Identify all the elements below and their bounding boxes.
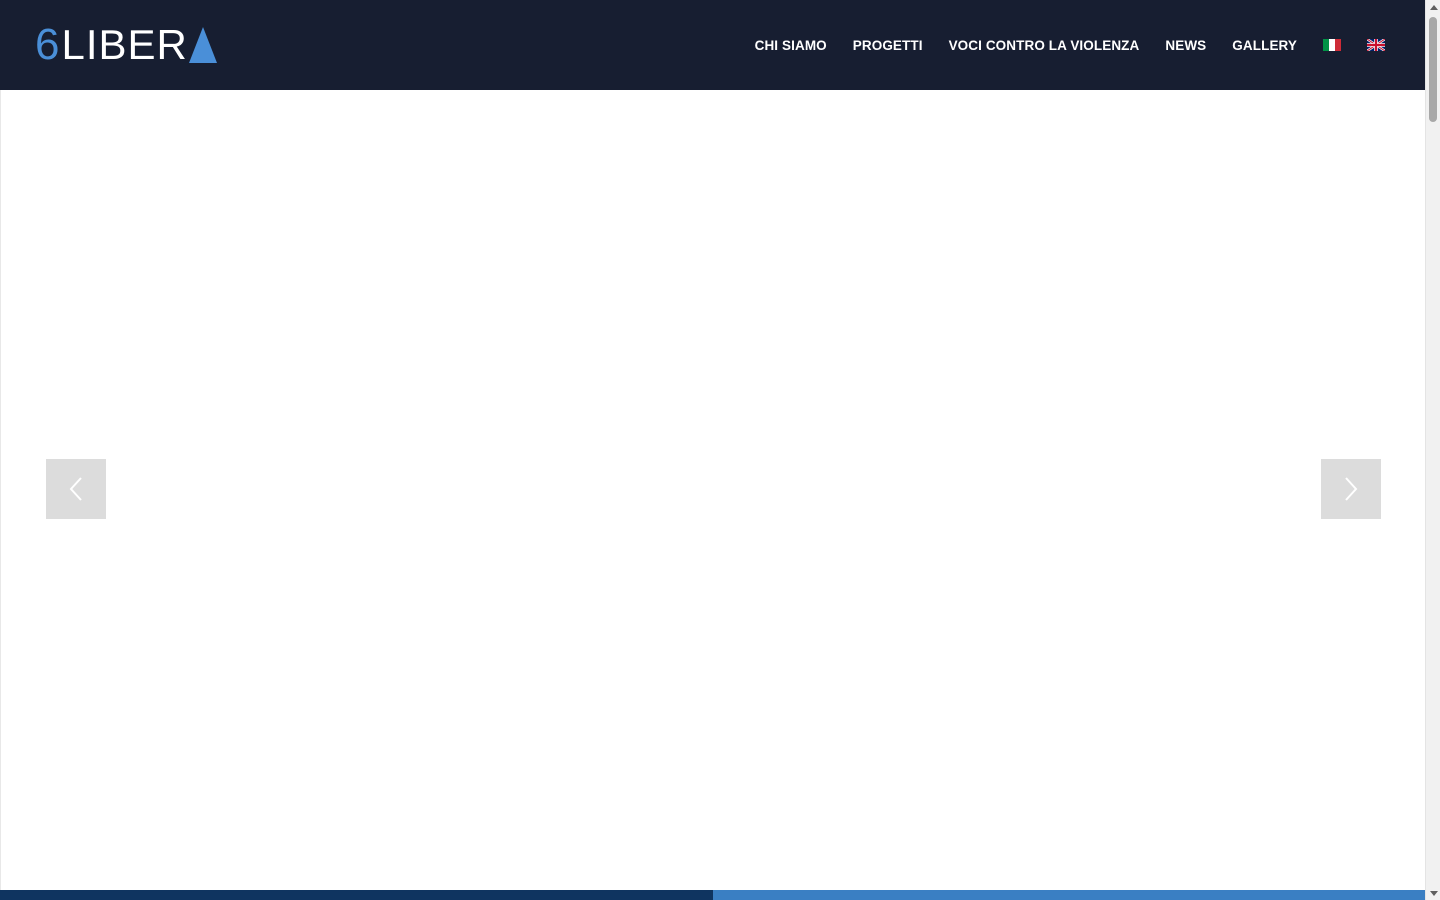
scroll-up-arrow-icon bbox=[1429, 4, 1438, 10]
nav-item-progetti[interactable]: PROGETTI bbox=[853, 38, 923, 53]
logo-six: 6 bbox=[35, 20, 60, 69]
scroll-down-arrow-icon bbox=[1429, 890, 1438, 896]
slider-prev-button[interactable] bbox=[46, 459, 106, 519]
page: 6 LIBER CHI SIAMO PROGETTI VOCI CONTRO L… bbox=[0, 0, 1425, 900]
page-scrollbar[interactable] bbox=[1425, 0, 1440, 900]
nav-item-news[interactable]: NEWS bbox=[1165, 38, 1206, 53]
nav-item-chi-siamo[interactable]: CHI SIAMO bbox=[755, 38, 827, 53]
site-header: 6 LIBER CHI SIAMO PROGETTI VOCI CONTRO L… bbox=[0, 0, 1425, 90]
chevron-right-icon bbox=[1345, 477, 1358, 501]
scroll-up-button[interactable] bbox=[1426, 0, 1440, 14]
hero-slider bbox=[0, 90, 1425, 890]
site-logo[interactable]: 6 LIBER bbox=[35, 20, 217, 69]
bottom-bar-dark-segment bbox=[0, 890, 713, 900]
scrollbar-thumb[interactable] bbox=[1429, 17, 1437, 122]
bottom-bar-light-segment bbox=[713, 890, 1425, 900]
nav-item-gallery[interactable]: GALLERY bbox=[1232, 38, 1297, 53]
scroll-down-button[interactable] bbox=[1426, 886, 1440, 900]
logo-triangle-icon bbox=[188, 27, 217, 63]
slider-next-button[interactable] bbox=[1321, 459, 1381, 519]
main-nav: CHI SIAMO PROGETTI VOCI CONTRO LA VIOLEN… bbox=[755, 0, 1385, 90]
chevron-left-icon bbox=[69, 477, 82, 501]
bottom-color-bar bbox=[0, 890, 1425, 900]
uk-flag-icon[interactable] bbox=[1367, 39, 1385, 51]
logo-word: LIBER bbox=[61, 21, 188, 68]
nav-item-voci-contro-la-violenza[interactable]: VOCI CONTRO LA VIOLENZA bbox=[949, 38, 1140, 53]
italian-flag-icon[interactable] bbox=[1323, 39, 1341, 51]
